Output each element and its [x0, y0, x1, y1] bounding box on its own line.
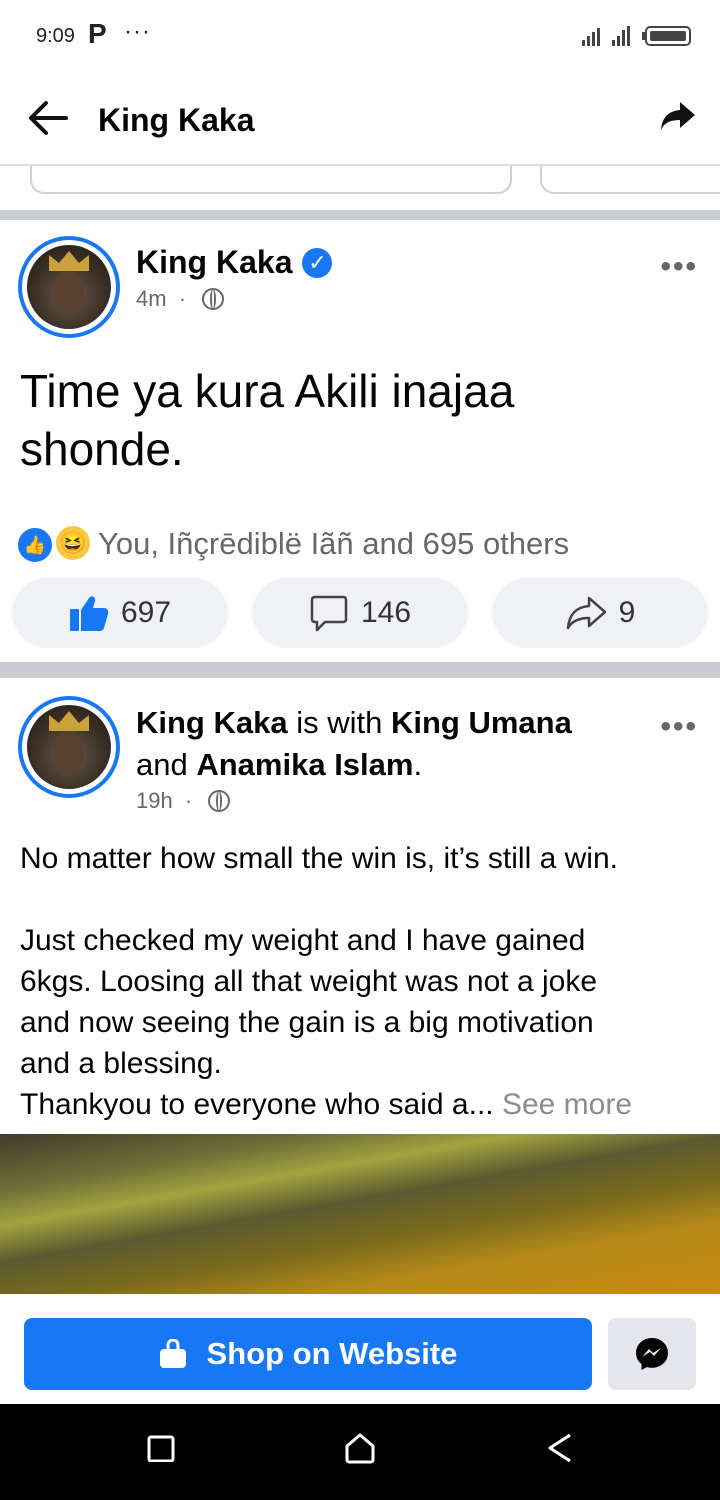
post-author[interactable]: King Kaka: [136, 705, 288, 740]
comment-button[interactable]: 146: [252, 578, 468, 648]
nav-back-icon[interactable]: [546, 1432, 574, 1464]
nav-home-icon[interactable]: [344, 1432, 376, 1464]
messenger-button[interactable]: [608, 1318, 696, 1390]
tagged-user[interactable]: Anamika Islam: [196, 747, 413, 782]
nav-square-icon[interactable]: [146, 1432, 176, 1462]
globe-icon: [208, 790, 231, 812]
messenger-icon: [636, 1338, 668, 1370]
more-icon[interactable]: •••: [660, 710, 698, 744]
page-title: King Kaka: [98, 102, 255, 138]
post-image[interactable]: [0, 1134, 720, 1294]
status-time: 9:09: [36, 25, 75, 47]
verified-icon: ✓: [302, 248, 333, 278]
notification-more-icon: ···: [124, 18, 151, 45]
avatar[interactable]: [18, 236, 120, 338]
previous-card-edge: [30, 166, 512, 194]
post-author-line: King Kaka is with King Umana and Anamika…: [136, 702, 656, 786]
shop-button-label: Shop on Website: [206, 1336, 458, 1371]
previous-card-edge: [540, 166, 720, 194]
reactions-text: You, Iñçrēdiblë Iãñ and 695 others: [98, 526, 570, 561]
post-text: No matter how small the win is, it’s sti…: [20, 838, 710, 1125]
like-button[interactable]: 697: [12, 578, 228, 648]
shopping-bag-icon: [159, 1339, 186, 1368]
post-text-line: and a blessing.: [20, 1047, 222, 1080]
like-count: 697: [120, 596, 172, 629]
avatar[interactable]: [18, 696, 120, 798]
post-time[interactable]: 4m: [136, 286, 167, 311]
post-meta: 4m ·: [136, 286, 225, 312]
post-text-line: Time ya kura Akili inajaa: [20, 365, 515, 417]
and-text: and: [136, 747, 188, 782]
post-text-line: Thankyou to everyone who said a...: [20, 1088, 494, 1121]
with-text: is with: [296, 705, 383, 740]
comment-icon: [310, 595, 348, 632]
meta-dot: ·: [178, 286, 187, 311]
share-outline-icon: [566, 596, 606, 630]
post-text-line: shonde.: [20, 423, 184, 475]
share-count: 9: [618, 596, 636, 629]
share-button[interactable]: 9: [492, 578, 708, 648]
status-bar: 9:09 P ···: [0, 0, 720, 72]
post-text-line: No matter how small the win is, it’s sti…: [20, 842, 618, 875]
app-bar: King Kaka: [0, 72, 720, 166]
share-icon[interactable]: [660, 100, 696, 132]
post-author[interactable]: King Kaka: [136, 244, 292, 280]
tagged-user[interactable]: King Umana: [391, 705, 572, 740]
see-more-link[interactable]: See more: [502, 1088, 632, 1121]
post-text: Time ya kura Akili inajaa shonde.: [20, 362, 700, 478]
meta-dot: ·: [184, 788, 193, 813]
period: .: [413, 747, 423, 782]
more-icon[interactable]: •••: [660, 250, 698, 284]
notification-p-icon: P: [88, 18, 107, 49]
post-text-line: 6kgs. Loosing all that weight was not a …: [20, 965, 598, 998]
post-author-line: King Kaka ✓: [136, 244, 333, 281]
feed-divider: [0, 210, 720, 220]
post-meta: 19h ·: [136, 788, 231, 814]
system-nav-bar: [0, 1404, 720, 1500]
post-time[interactable]: 19h: [136, 788, 173, 813]
like-icon: [69, 596, 109, 631]
haha-reaction-icon: 😆: [54, 524, 92, 562]
feed-divider: [0, 662, 720, 678]
comment-count: 146: [360, 596, 412, 629]
post-text-line: Just checked my weight and I have gained: [20, 924, 586, 957]
signal-battery-icon: [582, 26, 691, 46]
post-text-line: and now seeing the gain is a big motivat…: [20, 1006, 594, 1039]
globe-icon: [202, 288, 225, 310]
shop-on-website-button[interactable]: Shop on Website: [24, 1318, 592, 1390]
like-reaction-icon: 👍: [16, 526, 54, 564]
back-arrow-icon[interactable]: [26, 98, 68, 138]
